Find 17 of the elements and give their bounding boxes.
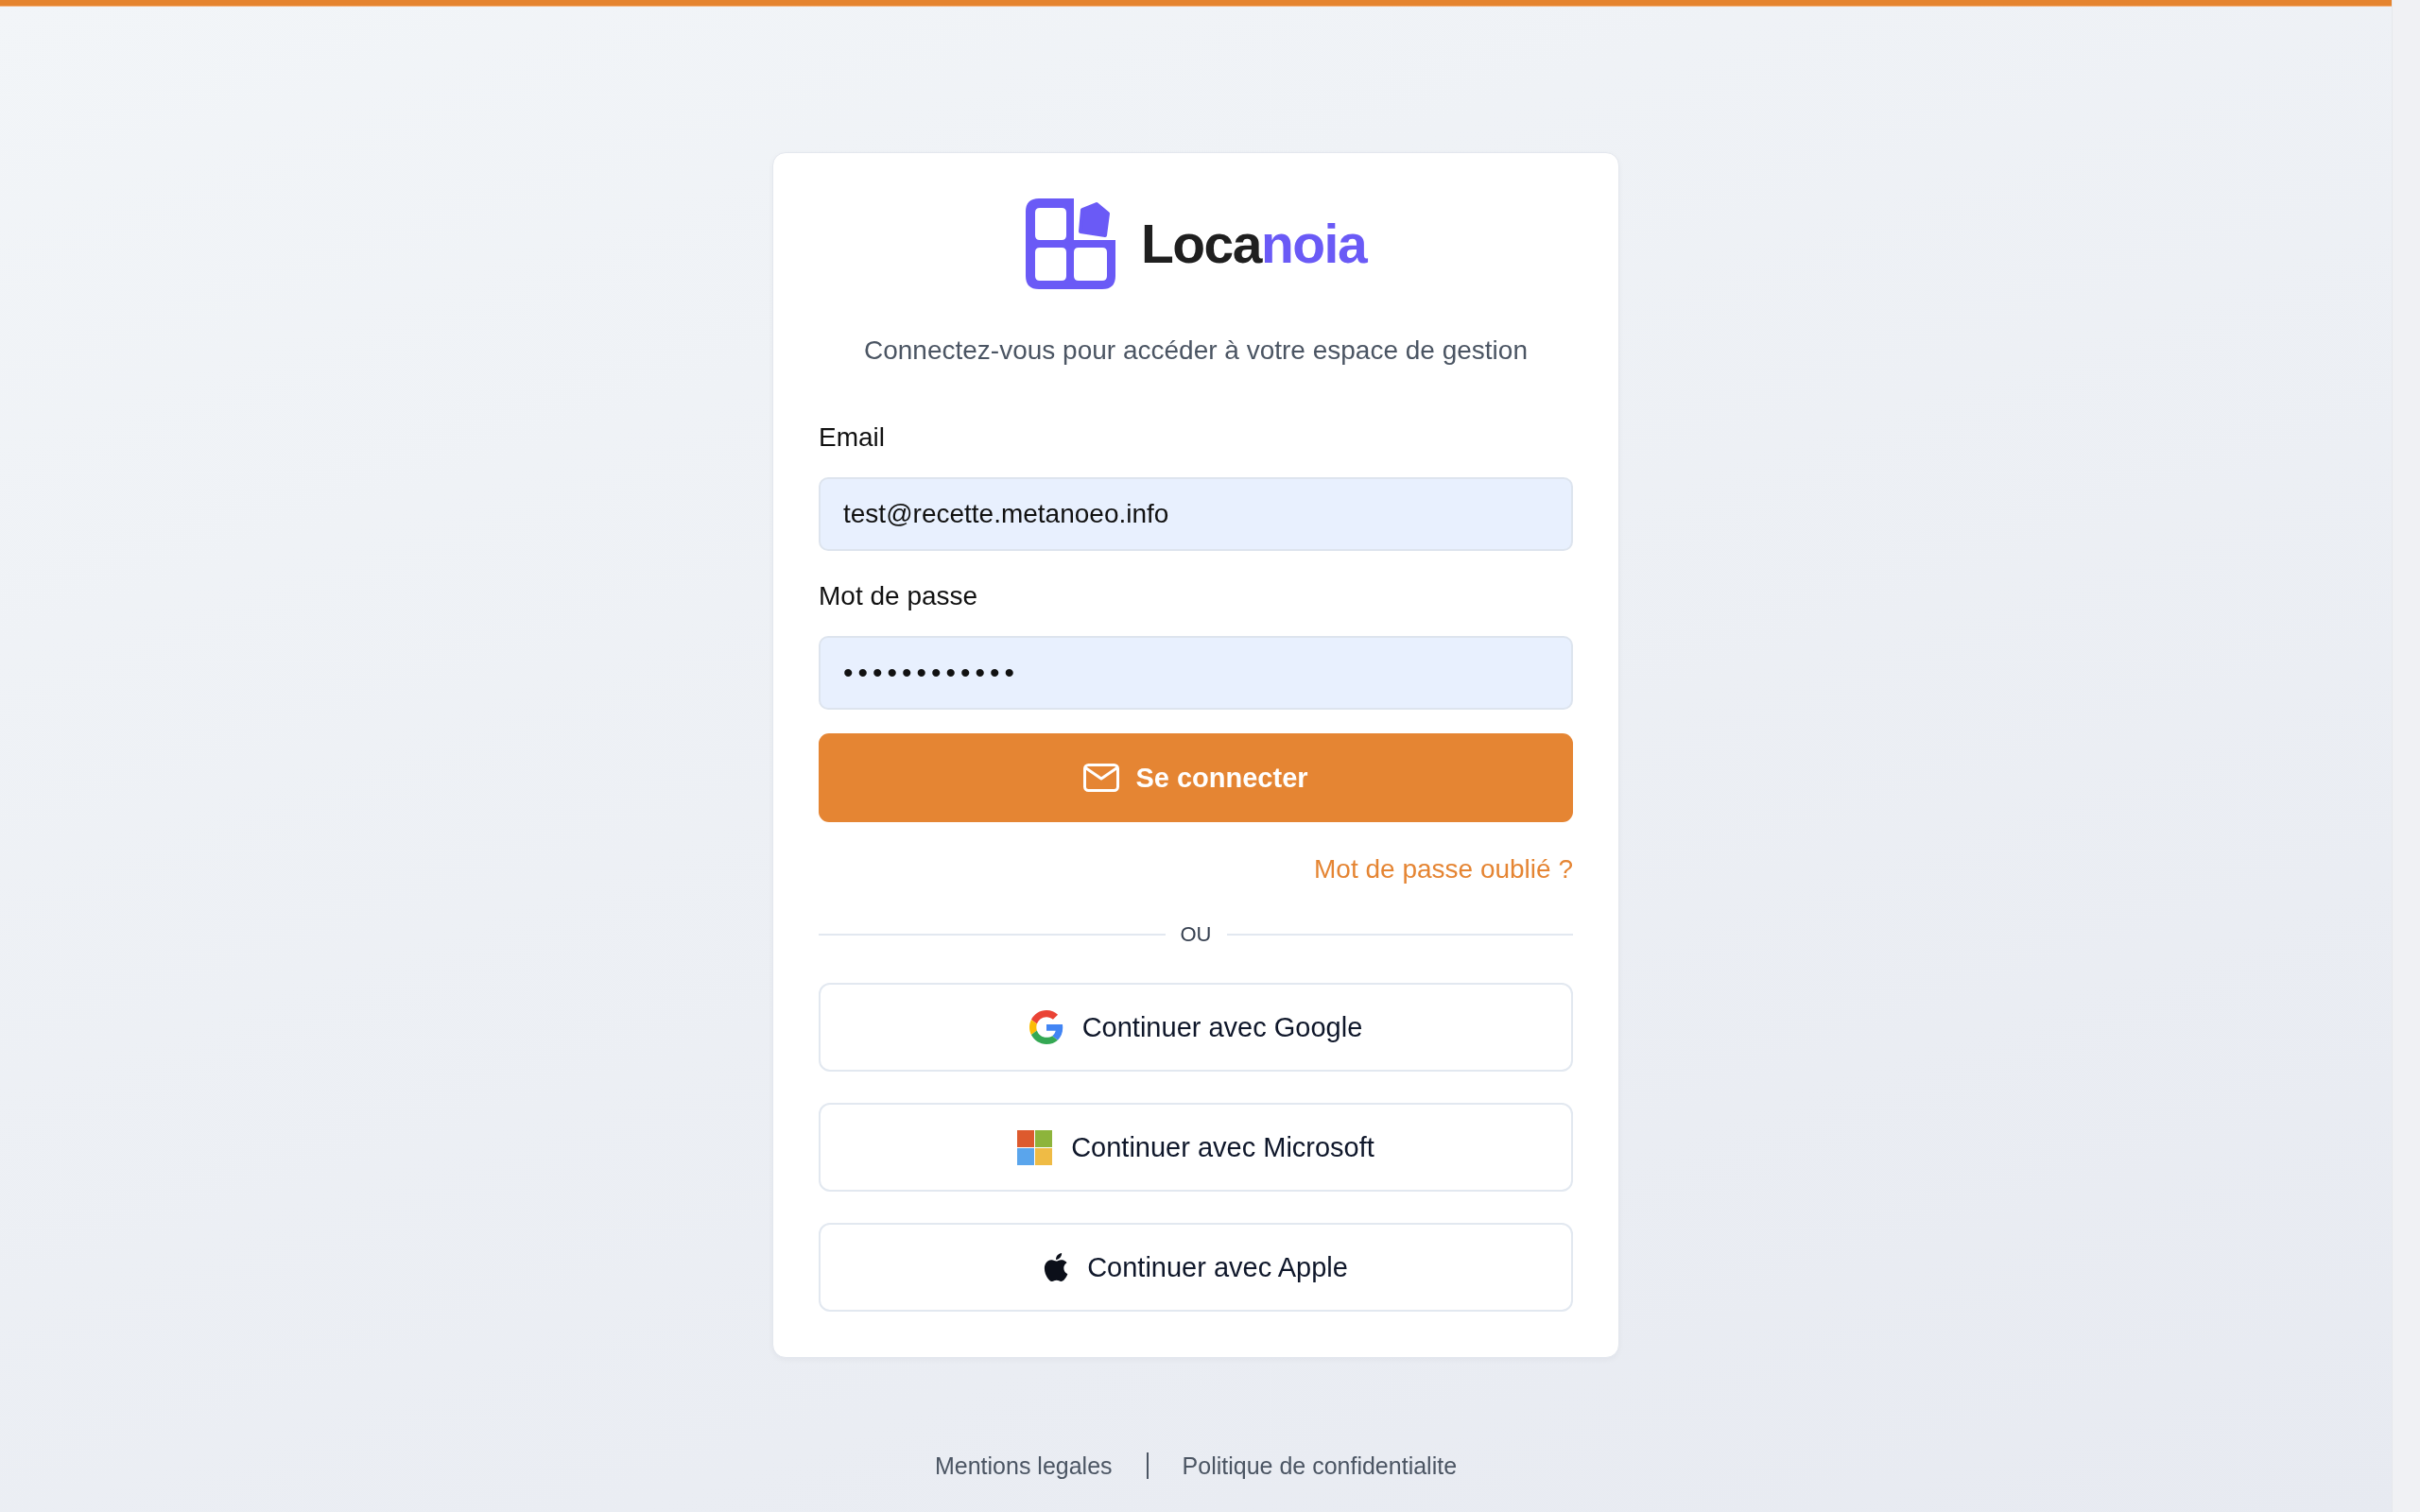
social-login-button[interactable]: Continuer avec Microsoft [819, 1103, 1573, 1192]
email-field[interactable]: test@recette.metanoeo.info [819, 477, 1573, 551]
field-label: Mot de passe [819, 580, 978, 612]
google-logo-icon [1028, 1010, 1063, 1044]
subtitle: Connectez-vous pour accéder à votre espace de gestion [863, 335, 1529, 367]
divider-label: OU [1180, 921, 1212, 948]
logo-icon [1025, 198, 1116, 289]
microsoft-logo-icon [1017, 1129, 1053, 1165]
footer-link[interactable]: Politique de confidentialite [1182, 1450, 1458, 1482]
password-field[interactable]: •••••••••••• [819, 636, 1573, 710]
apple-logo-icon [1044, 1253, 1069, 1281]
field-label: Email [819, 421, 885, 454]
mail-icon [1083, 764, 1120, 792]
footer-link[interactable]: Mentions legales [934, 1450, 1113, 1482]
logo-wordmark: Locanoia [1140, 216, 1367, 271]
social-login-button[interactable]: Continuer avec Google [819, 983, 1573, 1072]
social-login-button[interactable]: Continuer avec Apple [819, 1223, 1573, 1312]
